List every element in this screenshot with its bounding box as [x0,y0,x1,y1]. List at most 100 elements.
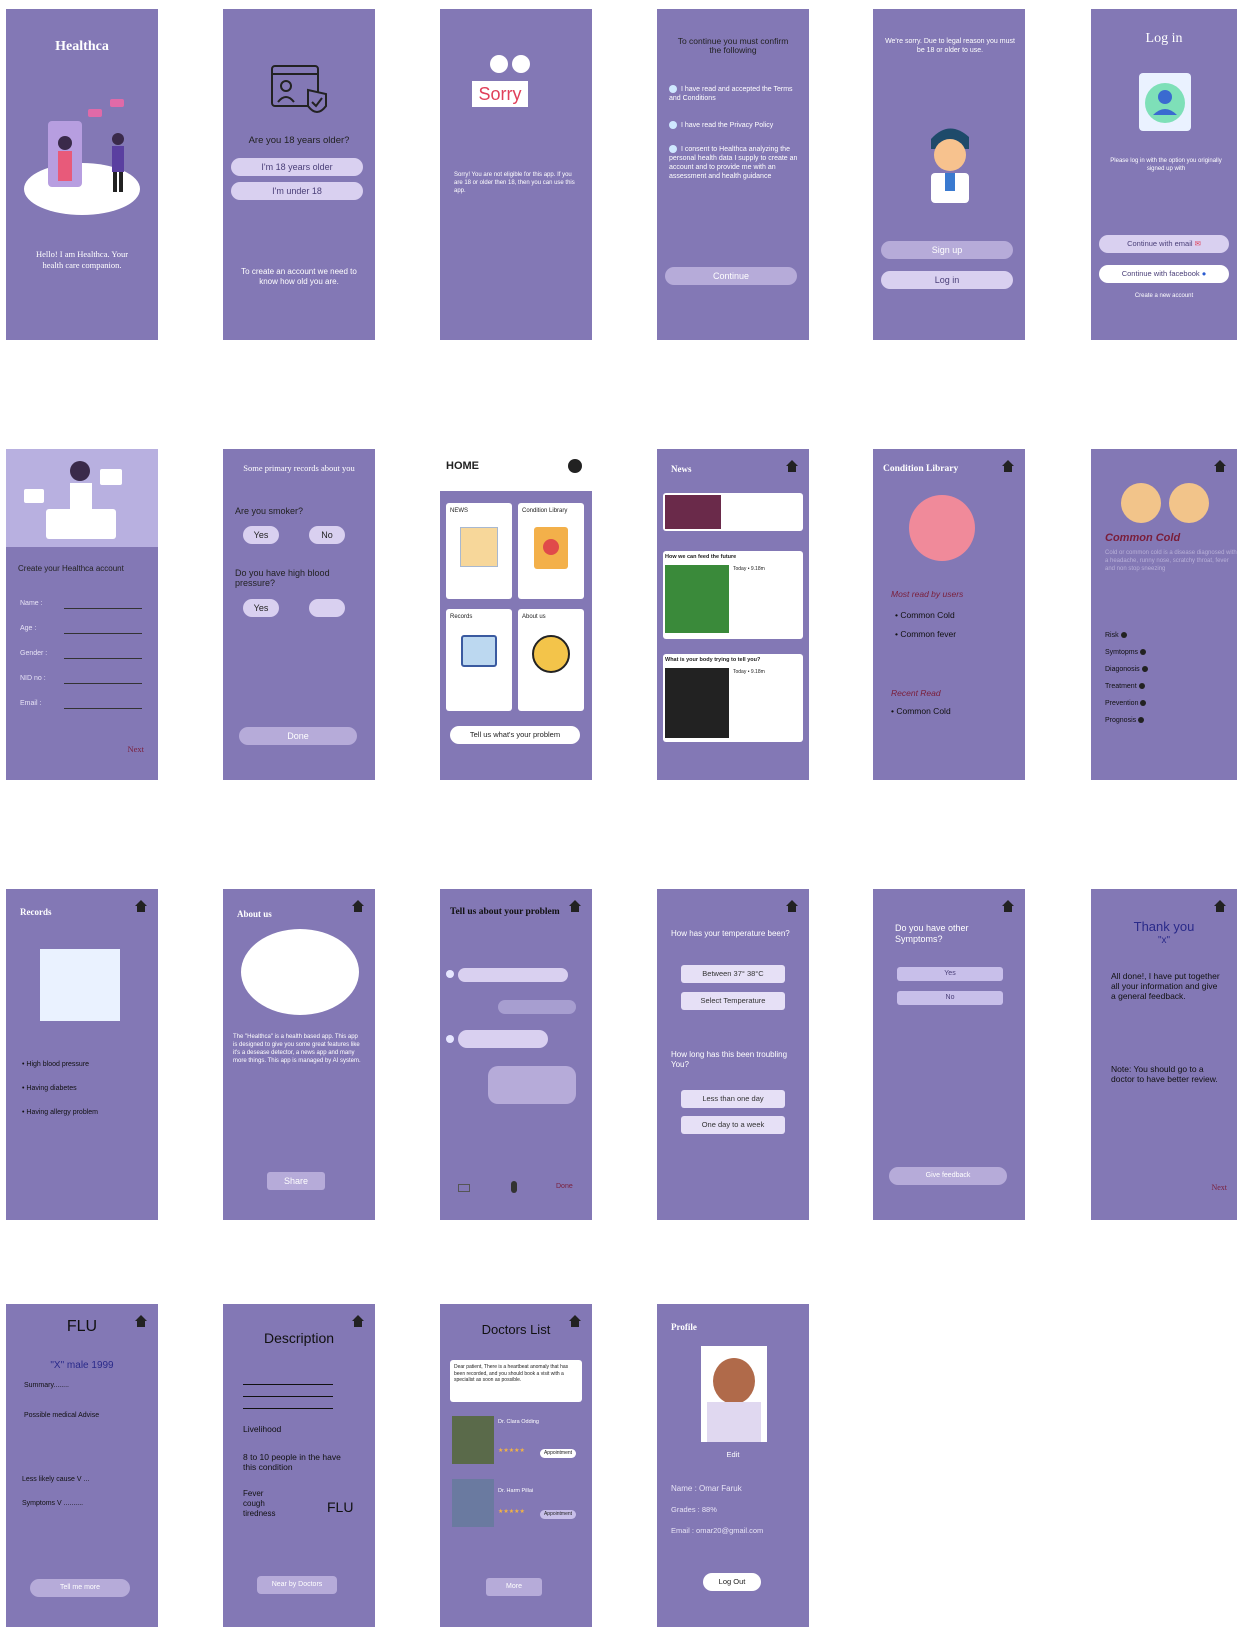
news-meta: Today • 9.18m [733,669,765,675]
select-temperature-option[interactable]: Select Temperature [681,992,785,1010]
home-icon[interactable] [785,459,799,473]
tell-problem-button[interactable]: Tell us what's your problem [450,726,580,744]
section-link[interactable]: Diagonosis [1105,665,1148,674]
section-link[interactable]: Symtopms [1105,648,1147,657]
done-link[interactable]: Done [556,1183,573,1191]
continue-button[interactable]: Continue [665,267,797,285]
edit-link[interactable]: Edit [657,1451,809,1459]
tile-records[interactable]: Records [446,609,512,711]
next-link[interactable]: Next [1211,1183,1227,1192]
next-link[interactable]: Next [127,744,144,754]
profile-photo [701,1346,767,1442]
news-card[interactable]: How we can feed the future Today • 9.18m [663,551,803,639]
bot-avatar-icon [446,970,454,978]
home-icon[interactable] [568,1314,582,1328]
nid-field[interactable] [64,683,142,684]
home-icon[interactable] [1213,899,1227,913]
smoker-yes-button[interactable]: Yes [243,526,279,544]
news-card[interactable]: What is your body trying to tell you? To… [663,654,803,742]
create-account-link[interactable]: Create a new account [1091,292,1237,300]
screen-profile: Profile Edit Name : Omar Faruk Grades : … [657,1304,809,1627]
symptoms-no-button[interactable]: No [897,991,1003,1005]
smoker-no-button[interactable]: No [309,526,345,544]
give-feedback-button[interactable]: Give feedback [889,1167,1007,1185]
done-button[interactable]: Done [239,727,357,745]
temperature-range-option[interactable]: Between 37° 38°C [681,965,785,983]
day-to-week-option[interactable]: One day to a week [681,1116,785,1134]
done-message: All done!, I have put together all your … [1111,971,1220,1001]
section-link[interactable]: Prevention [1105,699,1147,708]
checkbox-icon[interactable] [669,121,677,130]
home-icon[interactable] [1001,899,1015,913]
nearby-doctors-button[interactable]: Near by Doctors [257,1576,337,1594]
list-item[interactable]: • Common Cold [891,706,951,716]
account-icon[interactable] [568,459,582,473]
logout-button[interactable]: Log Out [703,1573,761,1591]
bp-yes-button[interactable]: Yes [243,599,279,617]
less-than-day-option[interactable]: Less than one day [681,1090,785,1108]
under-button[interactable]: I'm under 18 [231,182,363,200]
consent-item[interactable]: I have read and accepted the Terms and C… [669,85,799,103]
continue-email-button[interactable]: Continue with email ✉ [1099,235,1229,253]
tagline: Hello! I am Healthca. Your health care c… [35,249,129,270]
section-link[interactable]: Risk [1105,631,1127,640]
temperature-question: How has your temperature been? [671,929,790,938]
gender-field[interactable] [64,658,142,659]
symptoms-label[interactable]: Symptoms V .......... [22,1500,83,1508]
name-field[interactable] [64,608,142,609]
record-item: • Having diabetes [22,1085,77,1092]
sign-up-button[interactable]: Sign up [881,241,1013,259]
checkbox-icon[interactable] [669,145,677,154]
section-link[interactable]: Prognosis [1105,716,1145,725]
food-image [665,565,729,633]
consent-item[interactable]: I consent to Healthca analyzing the pers… [669,145,799,181]
home-icon[interactable] [351,899,365,913]
tell-me-more-button[interactable]: Tell me more [30,1579,130,1597]
share-button[interactable]: Share [267,1172,325,1190]
list-item[interactable]: • Common fever [895,629,956,639]
older-button[interactable]: I'm 18 years older [231,158,363,176]
consent-item[interactable]: I have read the Privacy Policy [669,121,799,130]
home-icon[interactable] [134,899,148,913]
medical-records-illustration [40,949,120,1021]
doctor-avatar-illustration [931,128,969,203]
id-card-shield-icon [271,65,327,113]
home-icon[interactable] [1001,459,1015,473]
login-message: Please log in with the option you origin… [1110,158,1222,172]
section-link[interactable]: Treatment [1105,682,1145,691]
screen-legal-sorry: We're sorry. Due to legal reason you mus… [873,9,1025,340]
tile-condition-library[interactable]: Condition Library [518,503,584,599]
appointment-button[interactable]: Appointment [540,1510,576,1519]
screen-create-account: Create your Healthca account Name : Age … [6,449,158,780]
screen-home: HOME NEWS Condition Library Records Abou… [440,449,592,780]
patient-info: "X" male 1999 [50,1360,114,1371]
header-illustration [6,449,158,547]
age-field[interactable] [64,633,142,634]
duration-question: How long has this been troubling You? [671,1050,788,1069]
news-card[interactable] [663,493,803,531]
home-icon[interactable] [785,899,799,913]
home-icon[interactable] [568,899,582,913]
home-icon[interactable] [134,1314,148,1328]
list-item[interactable]: • Common Cold [895,610,955,620]
doctor-name: Dr. Harm Pillai [498,1488,534,1494]
microphone-icon[interactable] [511,1181,517,1193]
alert-note: Dear patient, There is a heartbeat anoma… [450,1360,582,1402]
less-likely-label[interactable]: Less likely cause V ... [22,1476,89,1484]
tile-news[interactable]: NEWS [446,503,512,599]
keyboard-icon[interactable] [458,1184,470,1192]
checkbox-icon[interactable] [669,85,677,94]
bp-no-button[interactable] [309,599,345,617]
screen-news: News How we can feed the future Today • … [657,449,809,780]
continue-facebook-button[interactable]: Continue with facebook ● [1099,265,1229,283]
symptoms-yes-button[interactable]: Yes [897,967,1003,981]
more-button[interactable]: More [486,1578,542,1596]
screen-flu-result: FLU "X" male 1999 Summary........ Possib… [6,1304,158,1627]
email-field[interactable] [64,708,142,709]
appointment-button[interactable]: Appointment [540,1449,576,1458]
home-icon[interactable] [1213,459,1227,473]
tile-about-us[interactable]: About us [518,609,584,711]
age-question: Are you 18 years older? [248,135,350,146]
home-icon[interactable] [351,1314,365,1328]
log-in-button[interactable]: Log in [881,271,1013,289]
